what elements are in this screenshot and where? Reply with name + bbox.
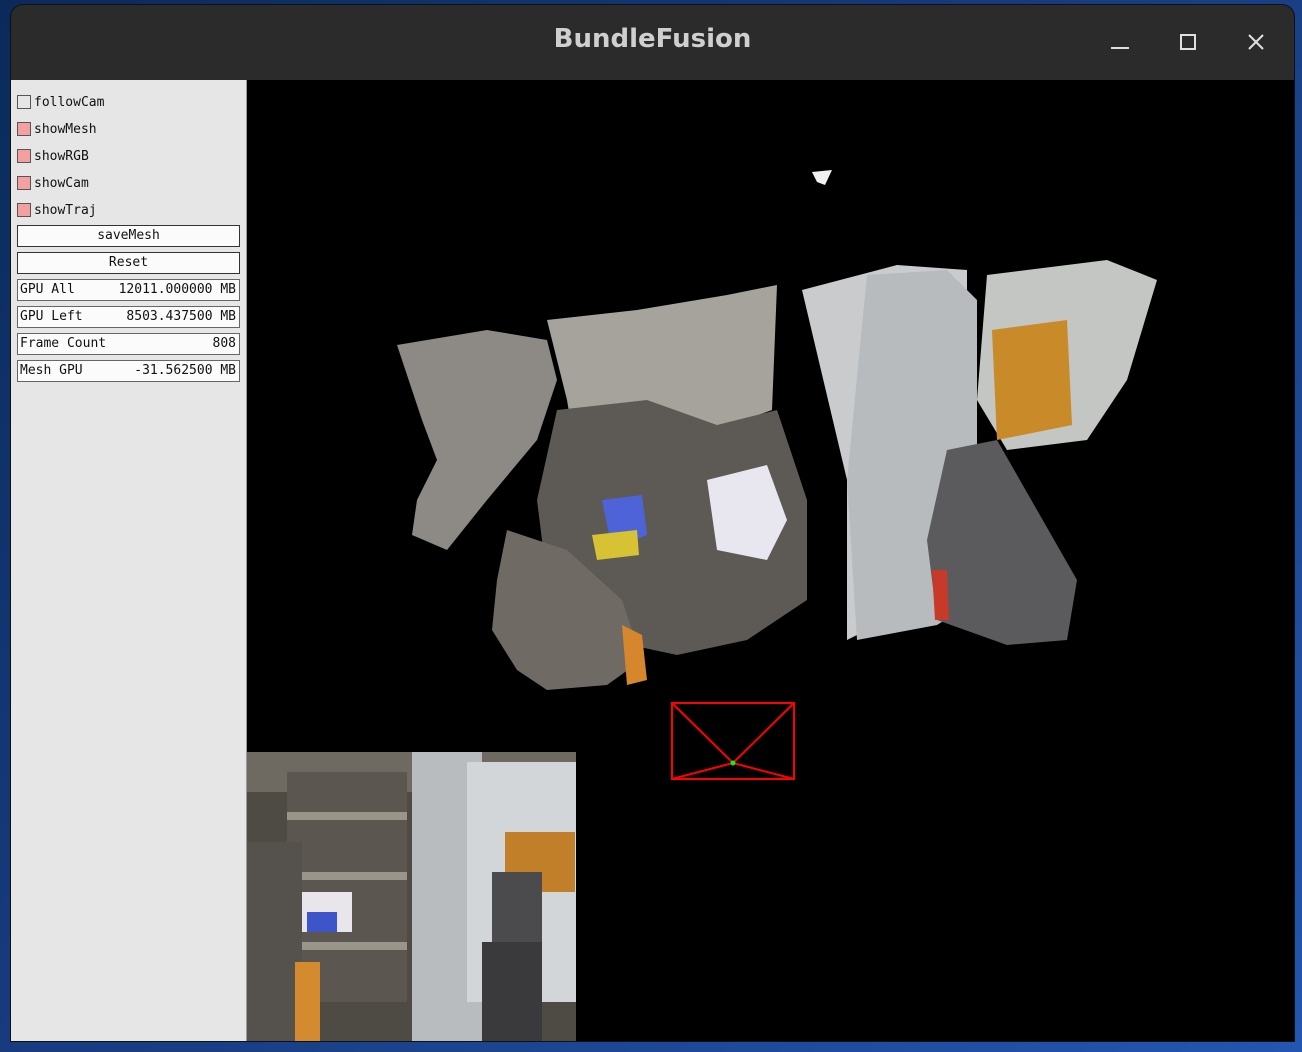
stat-gpu-all: GPU All 12011.000000 MB: [17, 279, 240, 301]
minimize-button[interactable]: [1105, 27, 1135, 57]
checkbox-show-traj[interactable]: showTraj: [17, 201, 97, 219]
checkbox-show-rgb[interactable]: showRGB: [17, 147, 89, 165]
3d-viewport[interactable]: [247, 80, 1294, 1041]
checkbox-box[interactable]: [17, 176, 31, 190]
close-icon: [1248, 34, 1264, 50]
checkbox-box[interactable]: [17, 149, 31, 163]
mesh-orange-cabinet: [992, 320, 1072, 440]
checkbox-follow-cam[interactable]: followCam: [17, 93, 104, 111]
title-bar[interactable]: BundleFusion: [11, 5, 1294, 80]
maximize-button[interactable]: [1173, 27, 1203, 57]
stat-frame-count: Frame Count 808: [17, 333, 240, 355]
rgb-camera-feed: [247, 752, 576, 1041]
checkbox-show-cam[interactable]: showCam: [17, 174, 89, 192]
checkbox-label: showRGB: [34, 148, 89, 164]
stat-label: Frame Count: [20, 336, 107, 351]
stat-label: Mesh GPU: [20, 363, 83, 378]
checkbox-label: showCam: [34, 175, 89, 191]
checkbox-box[interactable]: [17, 95, 31, 109]
mesh-yellow-box: [592, 530, 639, 560]
checkbox-label: showTraj: [34, 202, 97, 218]
save-mesh-button[interactable]: saveMesh: [17, 225, 240, 247]
camera-center-dot: [730, 760, 736, 766]
stat-gpu-left: GPU Left 8503.437500 MB: [17, 306, 240, 328]
checkbox-label: followCam: [34, 94, 105, 110]
mesh-left-wall: [397, 330, 557, 550]
minimize-icon: [1111, 47, 1129, 49]
stat-value: 8503.437500 MB: [126, 309, 236, 324]
stat-value: -31.562500 MB: [134, 363, 236, 378]
stat-value: 12011.000000 MB: [118, 282, 236, 297]
camera-frustum: [671, 702, 795, 780]
reset-button[interactable]: Reset: [17, 252, 240, 274]
stat-value: 808: [212, 336, 236, 351]
stat-label: GPU All: [20, 282, 75, 297]
maximize-icon: [1180, 34, 1196, 50]
control-panel: followCam showMesh showRGB showCam showT…: [11, 80, 247, 1041]
app-window: BundleFusion followCam showMesh showRGB …: [11, 5, 1294, 1041]
checkbox-label: showMesh: [34, 121, 97, 137]
checkbox-box[interactable]: [17, 122, 31, 136]
stat-label: GPU Left: [20, 309, 83, 324]
checkbox-show-mesh[interactable]: showMesh: [17, 120, 97, 138]
close-button[interactable]: [1241, 27, 1271, 57]
checkbox-box[interactable]: [17, 203, 31, 217]
mesh-person-right: [927, 440, 1077, 645]
mesh-floating-fragment: [812, 170, 832, 185]
stat-mesh-gpu: Mesh GPU -31.562500 MB: [17, 360, 240, 382]
window-title: BundleFusion: [553, 24, 752, 54]
